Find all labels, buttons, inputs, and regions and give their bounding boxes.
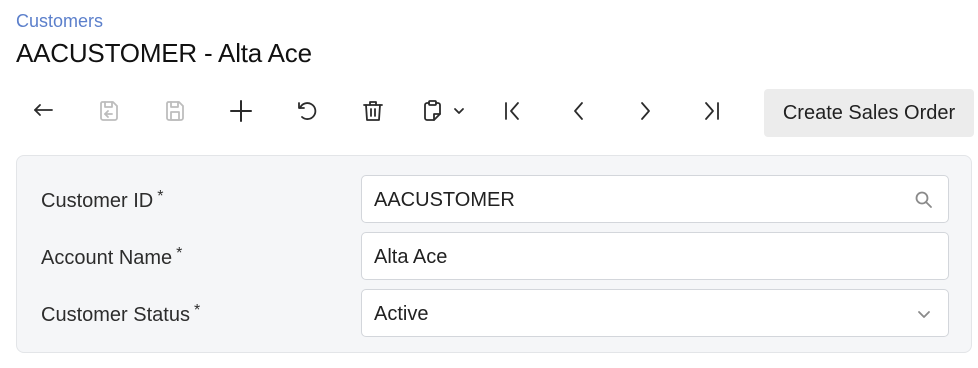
customer-status-label: Customer Status *: [41, 302, 201, 326]
last-record-icon: [698, 98, 724, 129]
account-name-value: Alta Ace: [374, 246, 448, 268]
customer-status-select[interactable]: Active: [361, 289, 949, 337]
account-name-row: Account Name * Alta Ace: [17, 232, 971, 280]
previous-record-icon: [566, 98, 592, 129]
customer-summary-panel: Customer ID * AACUSTOMER Account Name * Al…: [16, 155, 972, 353]
first-record-icon: [500, 98, 526, 129]
save-and-close-button[interactable]: [76, 89, 142, 137]
customer-id-label: Customer ID *: [41, 188, 164, 212]
customer-id-row: Customer ID * AACUSTOMER: [17, 175, 971, 223]
required-mark: *: [176, 245, 183, 262]
save-close-icon: [96, 98, 122, 129]
back-button[interactable]: [10, 89, 76, 137]
cancel-undo-icon: [294, 98, 320, 129]
breadcrumb[interactable]: Customers: [16, 11, 103, 32]
save-icon: [162, 98, 188, 129]
next-record-button[interactable]: [612, 89, 678, 137]
customer-status-value: Active: [374, 303, 429, 325]
page-title: AACUSTOMER - Alta Ace: [16, 38, 312, 68]
toolbar: [10, 89, 744, 137]
first-record-button[interactable]: [480, 89, 546, 137]
previous-record-button[interactable]: [546, 89, 612, 137]
customer-status-row: Customer Status * Active: [17, 289, 971, 337]
create-sales-order-button[interactable]: Create Sales Order: [764, 89, 974, 137]
account-name-label: Account Name *: [41, 245, 183, 269]
undo-back-icon: [30, 98, 56, 129]
clipboard-icon: [420, 98, 446, 129]
customer-id-field[interactable]: AACUSTOMER: [361, 175, 949, 223]
chevron-down-icon[interactable]: [914, 304, 934, 324]
required-mark: *: [193, 302, 201, 319]
last-record-button[interactable]: [678, 89, 744, 137]
required-mark: *: [157, 188, 164, 205]
trash-icon: [360, 98, 386, 129]
next-record-icon: [632, 98, 658, 129]
plus-icon: [228, 98, 254, 129]
search-icon[interactable]: [914, 190, 934, 210]
account-name-field[interactable]: Alta Ace: [361, 232, 949, 280]
cancel-button[interactable]: [274, 89, 340, 137]
add-new-button[interactable]: [208, 89, 274, 137]
clipboard-menu-button[interactable]: [406, 89, 480, 137]
delete-button[interactable]: [340, 89, 406, 137]
chevron-down-icon: [452, 104, 466, 123]
customer-id-value: AACUSTOMER: [374, 189, 515, 211]
save-button[interactable]: [142, 89, 208, 137]
